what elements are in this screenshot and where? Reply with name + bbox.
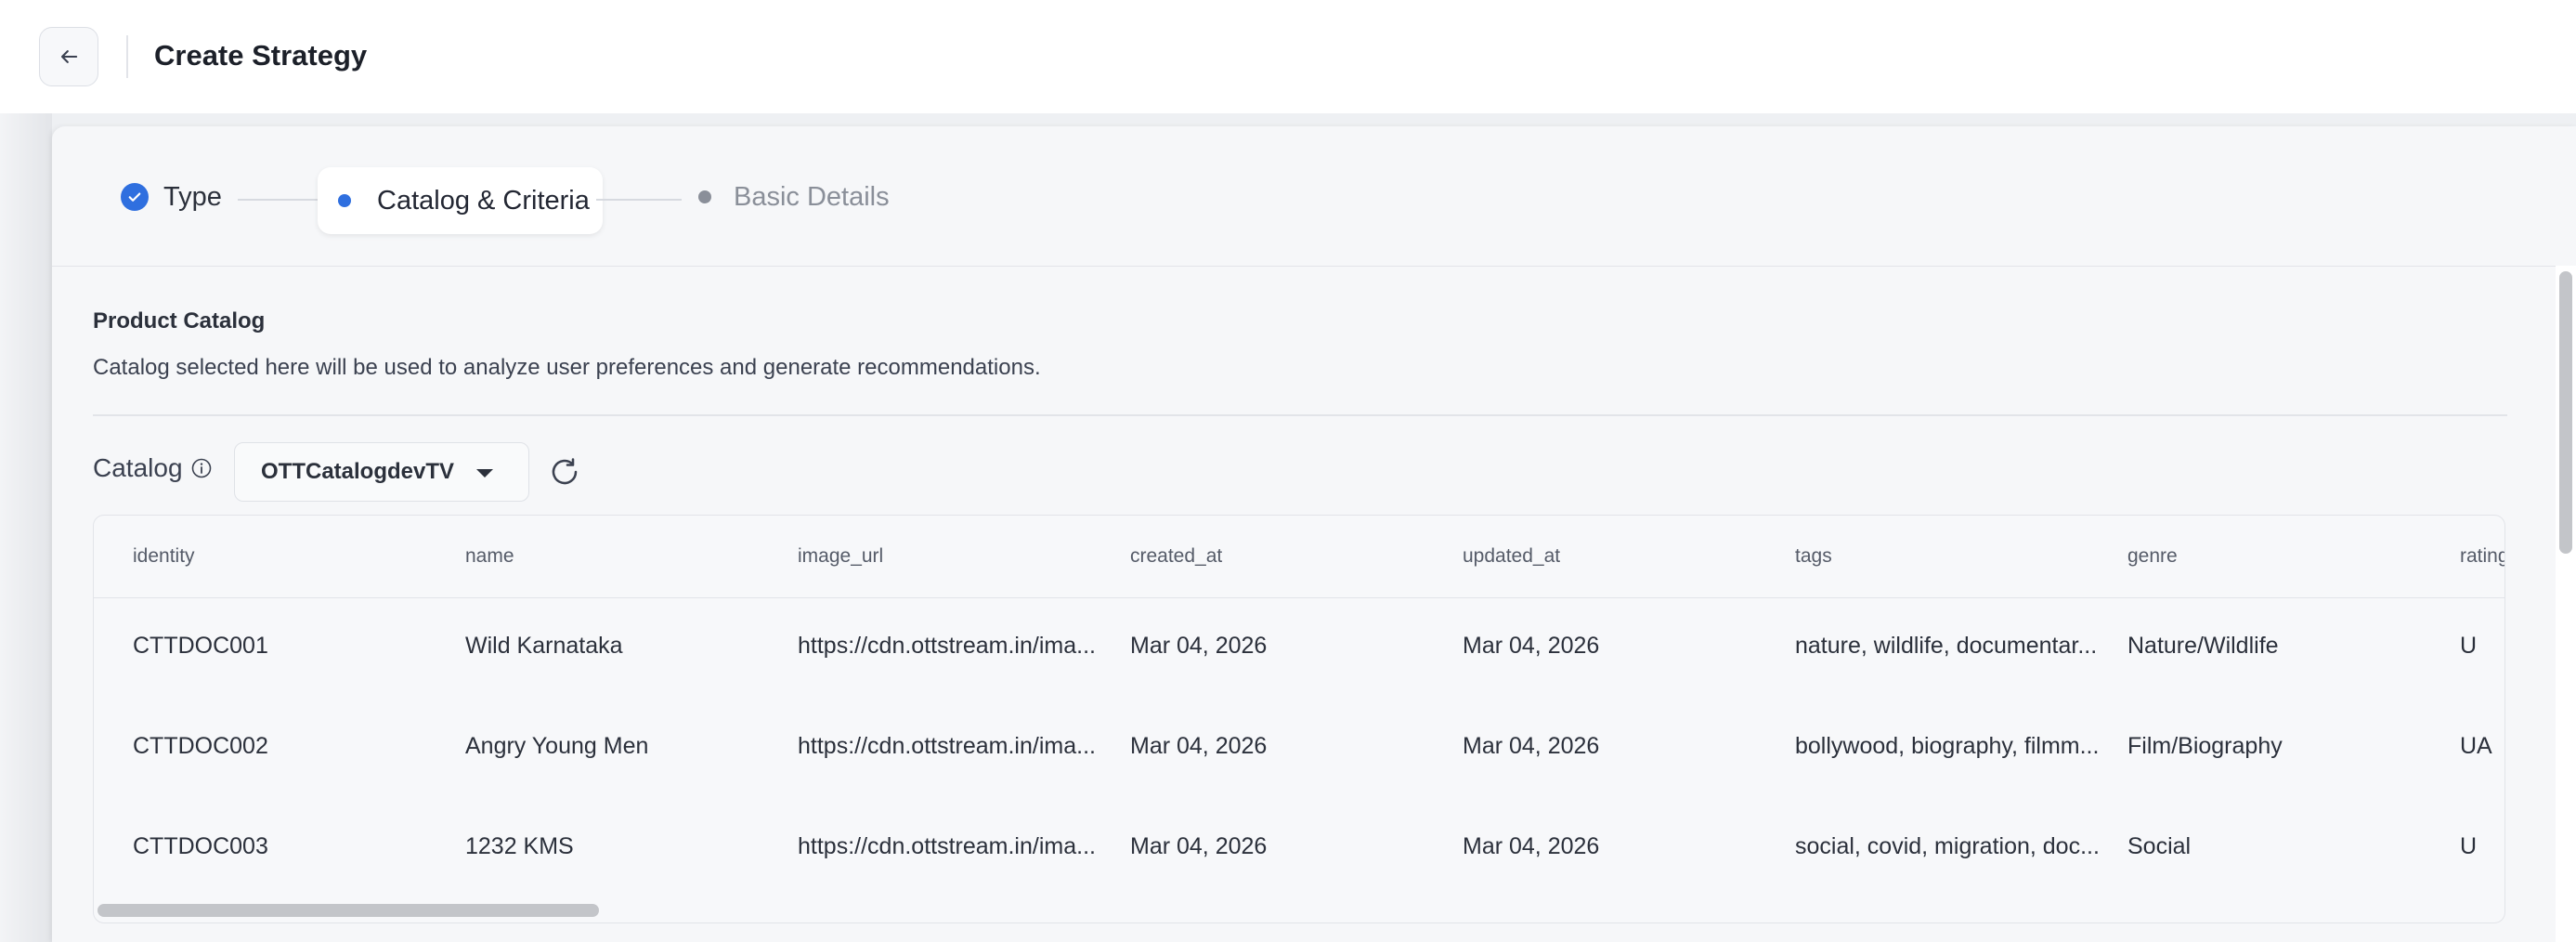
refresh-icon[interactable] (548, 455, 581, 489)
table-cell: https://cdn.ottstream.in/ima... (798, 733, 1096, 759)
table-cell: https://cdn.ottstream.in/ima... (798, 633, 1096, 659)
stepper: Type Catalog & Criteria Basic Details (52, 126, 2576, 267)
table-header: identity name image_url created_at updat… (94, 516, 2504, 598)
table-cell: Mar 04, 2026 (1463, 633, 1600, 659)
step-label: Type (163, 182, 222, 212)
step-catalog-criteria[interactable]: Catalog & Criteria (318, 167, 603, 234)
table-cell: U (2460, 633, 2478, 659)
table-cell: Angry Young Men (465, 733, 649, 759)
catalog-select[interactable]: OTTCatalogdevTV (234, 442, 529, 502)
caret-down-icon (476, 469, 493, 478)
active-dot-icon (338, 194, 351, 207)
section-description: Catalog selected here will be used to an… (93, 355, 1041, 380)
table-row[interactable]: CTTDOC002 Angry Young Men https://cdn.ot… (94, 698, 2504, 798)
table-cell: UA (2460, 733, 2492, 759)
arrow-left-icon (60, 50, 78, 63)
vertical-scrollbar-track[interactable] (2556, 266, 2576, 942)
table-cell: Wild Karnataka (465, 633, 623, 659)
section-divider (93, 414, 2507, 416)
column-header[interactable]: updated_at (1463, 545, 1760, 568)
page-header: Create Strategy (0, 0, 2576, 113)
catalog-label-text: Catalog (93, 453, 183, 482)
horizontal-scrollbar[interactable] (98, 904, 599, 917)
table-cell: Mar 04, 2026 (1463, 733, 1600, 759)
table-cell: 1232 KMS (465, 833, 574, 859)
table-cell: Mar 04, 2026 (1463, 833, 1600, 859)
check-circle-icon (121, 183, 149, 211)
column-header[interactable]: genre (2127, 545, 2425, 568)
table-cell: Mar 04, 2026 (1130, 633, 1268, 659)
step-connector (238, 199, 318, 201)
pending-dot-icon (698, 190, 711, 203)
table-cell: Mar 04, 2026 (1130, 833, 1268, 859)
table-cell: U (2460, 833, 2478, 859)
step-basic-details[interactable]: Basic Details (698, 180, 890, 214)
step-label: Basic Details (734, 182, 890, 212)
column-header[interactable]: image_url (798, 545, 1095, 568)
table-cell: Film/Biography (2127, 733, 2283, 759)
table-cell: CTTDOC003 (133, 833, 268, 859)
table-cell: Nature/Wildlife (2127, 633, 2279, 659)
table-cell: Mar 04, 2026 (1130, 733, 1268, 759)
step-type[interactable]: Type (121, 180, 222, 214)
column-header[interactable]: tags (1795, 545, 2092, 568)
page-title: Create Strategy (154, 39, 368, 72)
table-cell: https://cdn.ottstream.in/ima... (798, 833, 1096, 859)
table-cell: social, covid, migration, doc... (1795, 833, 2100, 859)
back-button[interactable] (39, 27, 98, 86)
table-cell: Social (2127, 833, 2192, 859)
column-header[interactable]: created_at (1130, 545, 1427, 568)
table-cell: nature, wildlife, documentar... (1795, 633, 2098, 659)
step-connector (596, 199, 682, 201)
table-row[interactable]: CTTDOC003 1232 KMS https://cdn.ottstream… (94, 798, 2504, 898)
column-header[interactable]: identity (133, 545, 430, 568)
info-icon[interactable] (190, 457, 213, 479)
catalog-table: identity name image_url created_at updat… (93, 515, 2505, 923)
catalog-label: Catalog (93, 453, 213, 483)
header-divider (126, 35, 128, 78)
column-header[interactable]: rating (2460, 545, 2504, 568)
catalog-selected-value: OTTCatalogdevTV (261, 459, 455, 484)
sidebar-shadow (0, 113, 52, 942)
column-header[interactable]: name (465, 545, 762, 568)
strategy-card: Type Catalog & Criteria Basic Details Pr… (52, 126, 2576, 942)
table-cell: bollywood, biography, filmm... (1795, 733, 2100, 759)
table-row[interactable]: CTTDOC001 Wild Karnataka https://cdn.ott… (94, 597, 2504, 698)
section-title: Product Catalog (93, 308, 266, 334)
vertical-scrollbar-thumb[interactable] (2559, 271, 2572, 554)
step-label: Catalog & Criteria (377, 186, 590, 216)
table-cell: CTTDOC001 (133, 633, 268, 659)
table-cell: CTTDOC002 (133, 733, 268, 759)
